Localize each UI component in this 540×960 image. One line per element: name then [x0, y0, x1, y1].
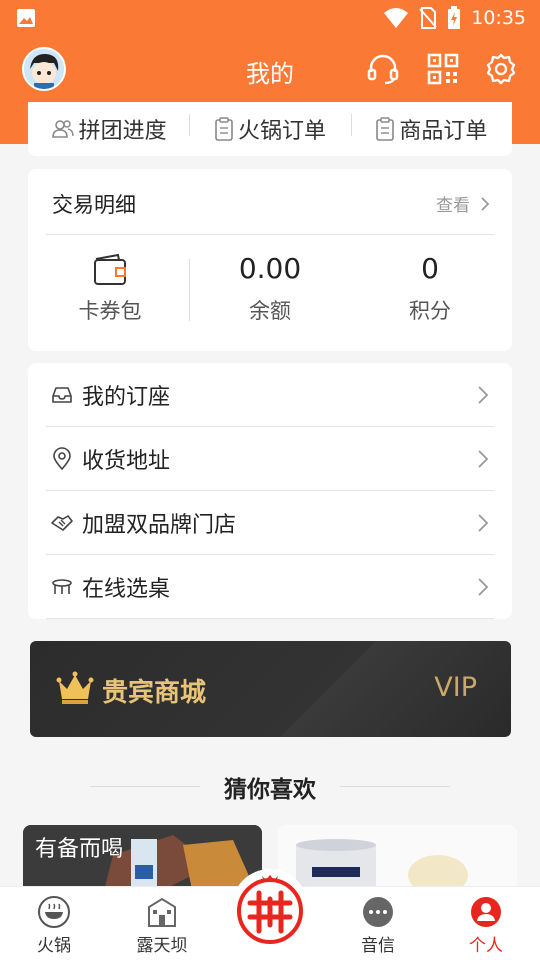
tab-product-orders[interactable]: 商品订单	[350, 102, 512, 156]
page-header: 我的	[0, 36, 540, 102]
nav-label: 火锅	[37, 936, 71, 956]
image-icon	[17, 9, 35, 27]
menu-card: 我的订座 收货地址 加盟双品牌门店 在线选桌	[28, 363, 512, 619]
divider	[340, 786, 450, 787]
divider	[90, 786, 200, 787]
menu-label: 加盟双品牌门店	[82, 512, 237, 538]
wallet-entry[interactable]: 卡券包	[30, 249, 190, 325]
tab-hotpot-orders[interactable]: 火锅订单	[189, 102, 350, 156]
balance-value: 0.00	[238, 252, 302, 285]
pin-logo-icon	[237, 875, 303, 944]
menu-label: 在线选桌	[82, 576, 171, 602]
status-bar: 10:35	[0, 0, 540, 36]
view-transactions-link[interactable]: 查看	[436, 191, 490, 216]
status-time: 10:35	[471, 7, 526, 29]
handshake-icon	[51, 514, 73, 531]
balance-entry[interactable]: 0.00 余额	[190, 249, 350, 325]
crown-icon	[56, 671, 94, 704]
product-card[interactable]	[278, 825, 517, 895]
transaction-card: 交易明细 查看 卡券包 0.00 余额 0 积分	[28, 169, 512, 351]
bottom-nav: 火锅 露天坝 音信 个人	[0, 869, 540, 960]
nav-label: 音信	[361, 936, 395, 956]
chevron-right-icon	[478, 577, 489, 596]
transaction-title: 交易明细	[52, 193, 136, 217]
menu-label: 我的订座	[82, 384, 171, 410]
nav-label: 个人	[469, 936, 503, 956]
menu-item-shipping-address[interactable]: 收货地址	[46, 427, 494, 491]
headset-icon[interactable]	[366, 52, 400, 86]
balance-label: 余额	[249, 299, 291, 323]
chat-bubble-icon	[363, 897, 393, 927]
person-icon	[471, 897, 501, 927]
gear-icon[interactable]	[484, 52, 518, 86]
product-card[interactable]: 有备而喝	[23, 825, 262, 895]
wallet-label: 卡券包	[78, 299, 142, 323]
chevron-right-icon	[478, 449, 489, 468]
nav-profile[interactable]: 个人	[446, 895, 526, 956]
wifi-icon	[384, 8, 409, 28]
menu-label: 收货地址	[82, 448, 171, 474]
product-caption: 有备而喝	[35, 837, 124, 862]
vip-tag: VIP	[434, 672, 477, 703]
nav-outdoor[interactable]: 露天坝	[122, 895, 202, 956]
nav-hotpot[interactable]: 火锅	[14, 895, 94, 956]
vip-title: 贵宾商城	[102, 678, 207, 708]
order-tabs: 拼团进度 火锅订单 商品订单	[28, 102, 512, 156]
building-icon	[148, 897, 176, 927]
points-entry[interactable]: 0 积分	[350, 249, 510, 325]
tab-label: 火锅订单	[237, 119, 326, 144]
recommend-title: 猜你喜欢	[224, 777, 316, 803]
battery-charging-icon	[448, 6, 461, 29]
nav-messages[interactable]: 音信	[338, 895, 418, 956]
view-label: 查看	[436, 196, 470, 216]
recommend-section: 猜你喜欢	[0, 770, 540, 804]
tab-label: 商品订单	[399, 119, 488, 144]
menu-item-my-reservations[interactable]: 我的订座	[46, 363, 494, 427]
table-icon	[52, 578, 72, 594]
menu-item-franchise[interactable]: 加盟双品牌门店	[46, 491, 494, 555]
nav-label: 露天坝	[136, 936, 188, 956]
chevron-right-icon	[481, 196, 490, 211]
hotpot-icon	[38, 896, 70, 928]
wallet-icon	[94, 253, 126, 285]
wallet-icon-wrap	[30, 249, 190, 289]
menu-item-online-table[interactable]: 在线选桌	[46, 555, 494, 619]
no-sim-icon	[419, 7, 437, 29]
points-label: 积分	[409, 299, 451, 323]
clipboard-icon	[215, 117, 233, 141]
divider	[46, 234, 494, 235]
tab-group-progress[interactable]: 拼团进度	[28, 102, 189, 156]
clipboard-icon	[376, 117, 395, 141]
inbox-icon	[52, 386, 72, 403]
chevron-right-icon	[478, 385, 489, 404]
group-icon	[51, 120, 74, 138]
qr-code-icon[interactable]	[426, 52, 460, 86]
nav-group-buy[interactable]	[232, 869, 308, 945]
vip-mall-banner[interactable]: 贵宾商城 VIP	[30, 641, 511, 737]
tab-label: 拼团进度	[78, 119, 167, 144]
chevron-right-icon	[478, 513, 489, 532]
product-image	[278, 825, 517, 895]
points-value: 0	[421, 252, 439, 285]
location-pin-icon	[53, 446, 71, 470]
